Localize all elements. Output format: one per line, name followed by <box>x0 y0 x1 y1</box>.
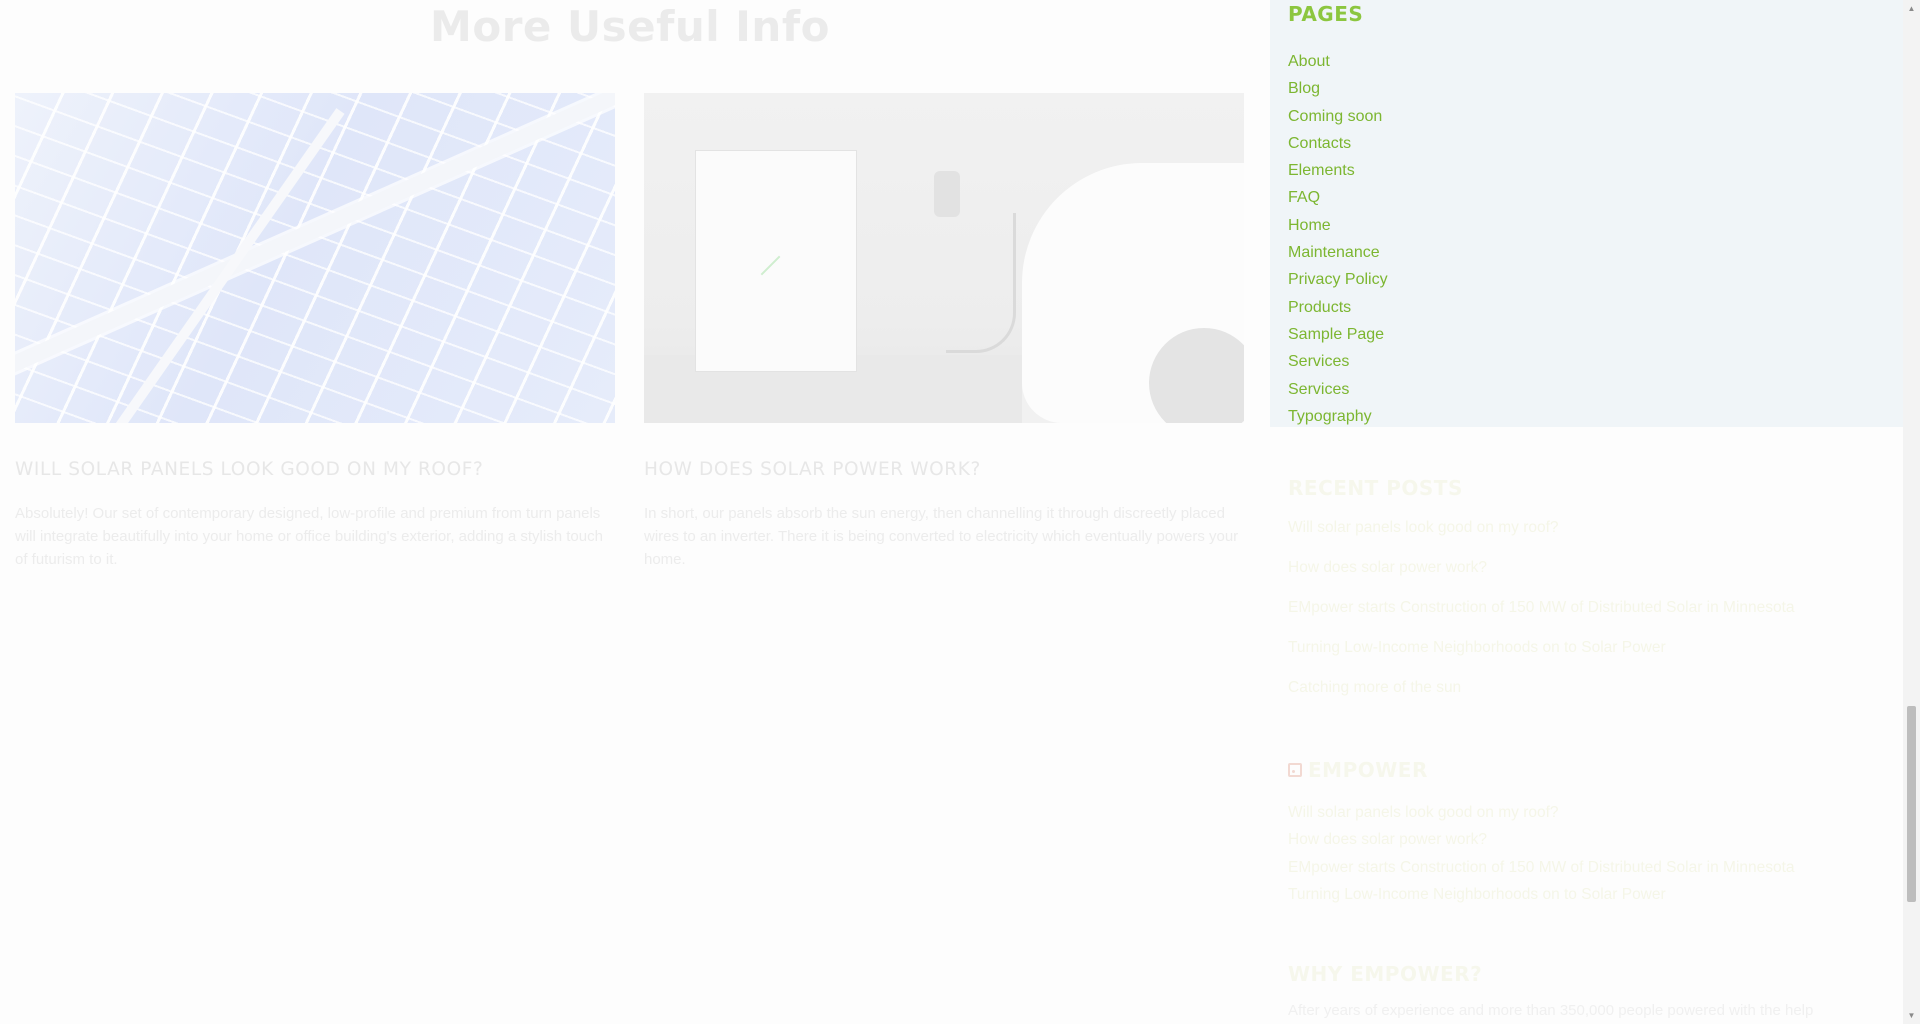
page-scrollbar[interactable]: ▲ ▼ <box>1903 0 1920 1024</box>
list-item: Will solar panels look good on my roof? <box>1288 799 1795 826</box>
page-link[interactable]: FAQ <box>1288 189 1320 206</box>
page-link[interactable]: About <box>1288 53 1330 70</box>
list-item: FAQ <box>1288 184 1903 211</box>
wall-charger <box>934 171 960 217</box>
list-item: Contacts <box>1288 130 1903 157</box>
post-card: HOW DOES SOLAR POWER WORK? In short, our… <box>644 93 1244 571</box>
feed-link[interactable]: How does solar power work? <box>1288 831 1487 848</box>
page-link[interactable]: Maintenance <box>1288 244 1380 261</box>
recent-post-link[interactable]: How does solar power work? <box>1288 559 1487 576</box>
list-item: EMpower starts Construction of 150 MW of… <box>1288 854 1795 881</box>
list-item: Products <box>1288 294 1903 321</box>
pages-list: About Blog Coming soon Contacts Elements… <box>1288 48 1903 430</box>
why-empower-text: After years of experience and more than … <box>1288 1002 1814 1019</box>
post-image-battery-car[interactable] <box>644 93 1244 423</box>
empower-feed-widget: EMPOWER Will solar panels look good on m… <box>1288 758 1795 908</box>
post-excerpt: In short, our panels absorb the sun ener… <box>644 505 1239 568</box>
list-item: Privacy Policy <box>1288 266 1903 293</box>
empower-feed-label[interactable]: EMPOWER <box>1308 758 1428 782</box>
pages-widget: PAGES About Blog Coming soon Contacts El… <box>1270 0 1903 427</box>
page-link[interactable]: Blog <box>1288 80 1320 97</box>
feed-link[interactable]: Will solar panels look good on my roof? <box>1288 804 1559 821</box>
page-link[interactable]: Services <box>1288 353 1349 370</box>
list-item: Will solar panels look good on my roof? <box>1288 517 1795 557</box>
recent-post-link[interactable]: Will solar panels look good on my roof? <box>1288 519 1559 536</box>
post-image-solar-panels[interactable] <box>15 93 615 423</box>
recent-posts-list: Will solar panels look good on my roof? … <box>1288 517 1795 717</box>
sidebar: PAGES About Blog Coming soon Contacts El… <box>1270 0 1903 1024</box>
list-item: Turning Low-Income Neighborhoods on to S… <box>1288 637 1795 677</box>
scroll-up-icon[interactable]: ▲ <box>1903 0 1920 17</box>
list-item: Blog <box>1288 75 1903 102</box>
rss-icon[interactable] <box>1288 763 1302 777</box>
list-item: Turning Low-Income Neighborhoods on to S… <box>1288 881 1795 908</box>
empower-feed-title: EMPOWER <box>1288 758 1795 782</box>
list-item: How does solar power work? <box>1288 826 1795 853</box>
list-item: Catching more of the sun <box>1288 677 1795 717</box>
list-item: Typography <box>1288 403 1903 430</box>
post-title[interactable]: WILL SOLAR PANELS LOOK GOOD ON MY ROOF? <box>15 459 615 480</box>
why-empower-widget: WHY EMPOWER? After years of experience a… <box>1288 962 1813 1019</box>
recent-posts-title: RECENT POSTS <box>1288 476 1463 500</box>
page-link[interactable]: Products <box>1288 299 1351 316</box>
charging-cable <box>946 213 1016 353</box>
post-title[interactable]: HOW DOES SOLAR POWER WORK? <box>644 459 1244 480</box>
recent-post-link[interactable]: EMpower starts Construction of 150 MW of… <box>1288 599 1795 616</box>
battery-logo <box>760 255 798 293</box>
list-item: Coming soon <box>1288 103 1903 130</box>
list-item: Maintenance <box>1288 239 1903 266</box>
feed-link[interactable]: EMpower starts Construction of 150 MW of… <box>1288 859 1795 876</box>
page-link[interactable]: Privacy Policy <box>1288 271 1388 288</box>
post-card: WILL SOLAR PANELS LOOK GOOD ON MY ROOF? … <box>15 93 615 571</box>
scrollbar-thumb[interactable] <box>1907 706 1916 902</box>
scroll-down-icon[interactable]: ▼ <box>1903 1007 1920 1024</box>
list-item: Sample Page <box>1288 321 1903 348</box>
list-item: About <box>1288 48 1903 75</box>
list-item: Services <box>1288 376 1903 403</box>
page-link[interactable]: Services <box>1288 381 1349 398</box>
recent-post-link[interactable]: Catching more of the sun <box>1288 679 1461 696</box>
page-link[interactable]: Contacts <box>1288 135 1351 152</box>
empower-feed-list: Will solar panels look good on my roof? … <box>1288 799 1795 908</box>
section-title: More Useful Info <box>430 2 830 51</box>
list-item: Elements <box>1288 157 1903 184</box>
post-excerpt: Absolutely! Our set of contemporary desi… <box>15 505 603 568</box>
why-empower-title: WHY EMPOWER? <box>1288 962 1483 986</box>
list-item: How does solar power work? <box>1288 557 1795 597</box>
list-item: EMpower starts Construction of 150 MW of… <box>1288 597 1795 637</box>
page-link[interactable]: Coming soon <box>1288 108 1382 125</box>
recent-posts-widget: RECENT POSTS Will solar panels look good… <box>1288 476 1795 717</box>
list-item: Home <box>1288 212 1903 239</box>
page-link[interactable]: Elements <box>1288 162 1355 179</box>
recent-post-link[interactable]: Turning Low-Income Neighborhoods on to S… <box>1288 639 1666 656</box>
panel-frame <box>15 93 615 375</box>
page-link[interactable]: Typography <box>1288 408 1372 425</box>
pages-widget-title: PAGES <box>1288 2 1364 26</box>
main-content: More Useful Info WILL SOLAR PANELS LOOK … <box>0 0 1260 1024</box>
feed-link[interactable]: Turning Low-Income Neighborhoods on to S… <box>1288 886 1666 903</box>
page-link[interactable]: Sample Page <box>1288 326 1384 343</box>
home-battery <box>696 151 856 371</box>
list-item: Services <box>1288 348 1903 375</box>
page-link[interactable]: Home <box>1288 217 1331 234</box>
